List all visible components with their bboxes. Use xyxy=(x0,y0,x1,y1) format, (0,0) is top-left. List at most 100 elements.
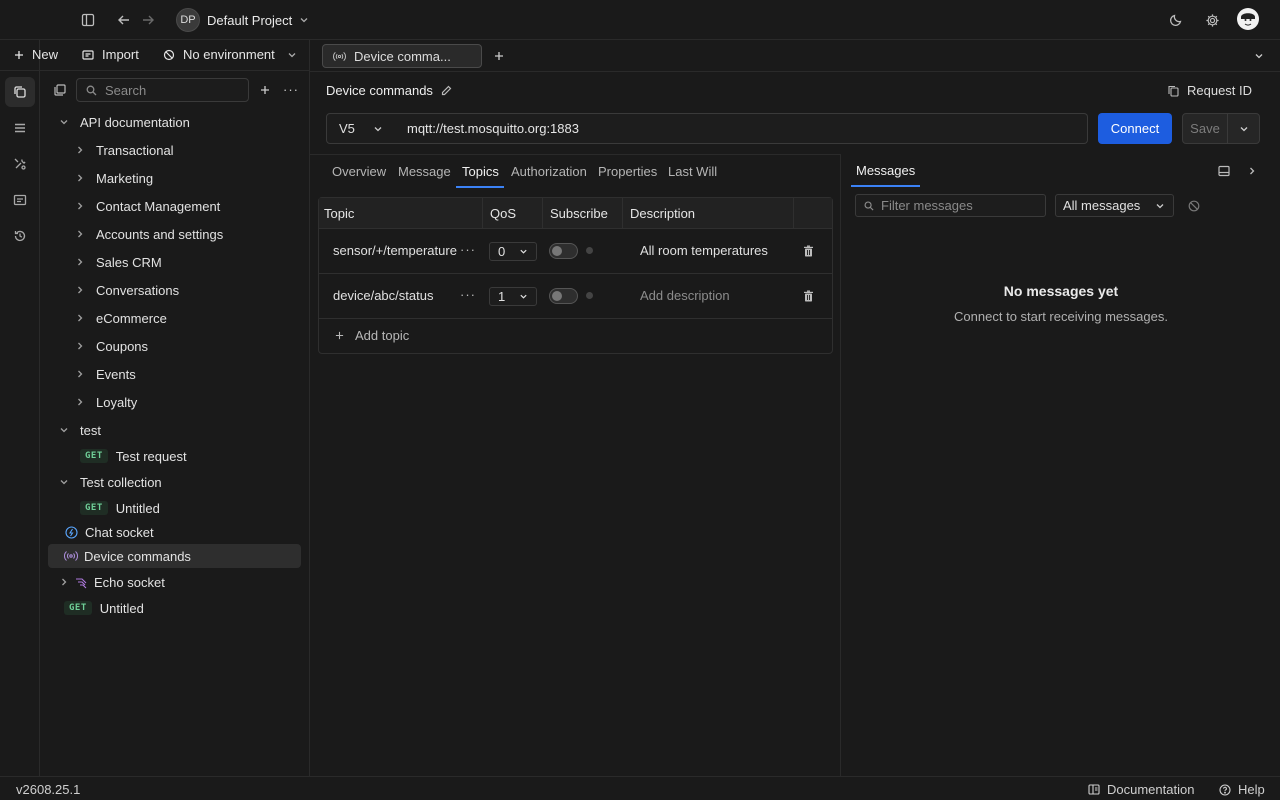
folder-label: Conversations xyxy=(96,282,180,298)
new-button[interactable]: New xyxy=(14,47,58,62)
chevron-down-icon xyxy=(56,114,72,130)
topic-name[interactable]: sensor/+/temperature xyxy=(333,243,457,258)
add-icon[interactable] xyxy=(258,83,272,97)
import-button[interactable]: Import xyxy=(82,47,139,62)
request-untitled-in-collection[interactable]: GET Untitled xyxy=(80,496,160,520)
tab-messages[interactable]: Messages xyxy=(856,163,915,178)
collection-view-icon[interactable] xyxy=(53,83,67,97)
add-topic-button[interactable]: Add topic xyxy=(335,328,409,343)
pencil-icon[interactable] xyxy=(441,85,452,96)
websocket-icon xyxy=(74,575,88,589)
tab-authorization[interactable]: Authorization xyxy=(511,164,587,179)
request-id-button[interactable]: Request ID xyxy=(1168,83,1252,98)
tab-properties[interactable]: Properties xyxy=(598,164,657,179)
chevron-right-icon xyxy=(72,226,88,242)
topic-options-icon[interactable]: ··· xyxy=(460,287,476,302)
url-field[interactable] xyxy=(397,113,1088,144)
active-tab-indicator xyxy=(456,186,504,188)
folder-item[interactable]: Coupons xyxy=(72,334,148,358)
tab-message[interactable]: Message xyxy=(398,164,451,179)
subscribe-toggle[interactable] xyxy=(549,288,578,304)
description-placeholder[interactable]: Add description xyxy=(640,288,730,303)
folder-item[interactable]: Transactional xyxy=(72,138,174,162)
pane-divider[interactable] xyxy=(840,154,841,776)
folder-item[interactable]: Conversations xyxy=(72,278,179,302)
save-options-chevron-icon[interactable] xyxy=(1227,113,1260,144)
history-icon[interactable] xyxy=(5,221,35,251)
mqtt-version-select[interactable]: V5 xyxy=(326,113,398,144)
url-input[interactable] xyxy=(407,121,1067,136)
subscribe-toggle[interactable] xyxy=(549,243,578,259)
documentation-link[interactable]: Documentation xyxy=(1088,782,1194,797)
message-type-select[interactable]: All messages xyxy=(1055,194,1174,217)
environment-select[interactable]: No environment xyxy=(163,47,297,62)
forward-arrow-icon[interactable] xyxy=(136,8,160,32)
gear-icon[interactable] xyxy=(1200,8,1224,32)
user-avatar[interactable] xyxy=(1237,8,1259,30)
folder-api-documentation[interactable]: API documentation xyxy=(56,110,190,134)
save-button[interactable]: Save xyxy=(1182,113,1228,144)
topic-description[interactable]: All room temperatures xyxy=(640,243,768,258)
chevron-down-icon xyxy=(56,474,72,490)
copy-icon xyxy=(1168,85,1179,97)
sidebar-toggle-icon[interactable] xyxy=(76,8,100,32)
search-input[interactable] xyxy=(105,82,235,98)
filter-messages-input[interactable] xyxy=(881,198,1036,213)
topic-name[interactable]: device/abc/status xyxy=(333,288,433,303)
topic-options-icon[interactable]: ··· xyxy=(460,242,476,257)
help-circle-icon xyxy=(1219,783,1231,796)
request-untitled[interactable]: GET Untitled xyxy=(64,596,144,620)
layout-toggle-icon[interactable] xyxy=(1216,163,1232,179)
tab-topics[interactable]: Topics xyxy=(462,164,499,179)
search-box[interactable] xyxy=(76,78,249,102)
collections-icon[interactable] xyxy=(5,77,35,107)
app-version: v2608.25.1 xyxy=(16,782,81,797)
back-arrow-icon[interactable] xyxy=(112,8,136,32)
request-label: Untitled xyxy=(115,500,160,516)
request-title[interactable]: Device commands xyxy=(326,83,452,98)
request-label: Chat socket xyxy=(85,524,154,540)
collapse-pane-chevron-icon[interactable] xyxy=(1244,163,1260,179)
chevron-right-icon xyxy=(72,198,88,214)
topics-table: Topic QoS Subscribe Description sensor/+… xyxy=(318,197,833,354)
column-divider xyxy=(622,198,623,229)
tools-icon[interactable] xyxy=(5,149,35,179)
tab-last-will[interactable]: Last Will xyxy=(668,164,717,179)
folder-item[interactable]: eCommerce xyxy=(72,306,167,330)
mqtt-icon xyxy=(333,51,346,62)
folder-item[interactable]: Loyalty xyxy=(72,390,137,414)
connect-button[interactable]: Connect xyxy=(1098,113,1172,144)
request-echo-socket[interactable]: Echo socket xyxy=(56,570,165,594)
filter-messages-box[interactable] xyxy=(855,194,1046,217)
request-device-commands[interactable]: Device commands xyxy=(48,544,301,568)
import-icon xyxy=(82,49,94,61)
sidebar: New Import No environment ··· API docume… xyxy=(0,40,310,776)
folder-item[interactable]: Contact Management xyxy=(72,194,220,218)
folder-item[interactable]: Accounts and settings xyxy=(72,222,223,246)
trash-icon[interactable] xyxy=(801,244,815,258)
moon-icon[interactable] xyxy=(1164,8,1188,32)
clear-messages-icon[interactable] xyxy=(1186,198,1202,214)
folder-test[interactable]: test xyxy=(56,418,101,442)
environments-icon[interactable] xyxy=(5,113,35,143)
folder-label: Test collection xyxy=(80,474,162,490)
qos-select[interactable]: 0 xyxy=(489,242,537,261)
request-chat-socket[interactable]: Chat socket xyxy=(64,520,154,544)
trash-icon[interactable] xyxy=(801,289,815,303)
folder-label: Loyalty xyxy=(96,394,138,410)
new-tab-icon[interactable] xyxy=(492,49,506,63)
more-options-icon[interactable]: ··· xyxy=(283,82,299,97)
help-link[interactable]: Help xyxy=(1219,782,1265,797)
request-test-request[interactable]: GET Test request xyxy=(80,444,187,468)
tabs-menu-chevron-icon[interactable] xyxy=(1252,49,1266,63)
tab-device-commands[interactable]: Device comma... xyxy=(322,44,482,68)
folder-test-collection[interactable]: Test collection xyxy=(56,470,162,494)
folder-item[interactable]: Events xyxy=(72,362,136,386)
folder-item[interactable]: Marketing xyxy=(72,166,153,190)
tab-overview[interactable]: Overview xyxy=(332,164,386,179)
folder-item[interactable]: Sales CRM xyxy=(72,250,162,274)
project-switcher[interactable]: DP Default Project xyxy=(176,8,309,32)
qos-select[interactable]: 1 xyxy=(489,287,537,306)
messages-tab-indicator xyxy=(851,185,920,187)
monitor-icon[interactable] xyxy=(5,185,35,215)
